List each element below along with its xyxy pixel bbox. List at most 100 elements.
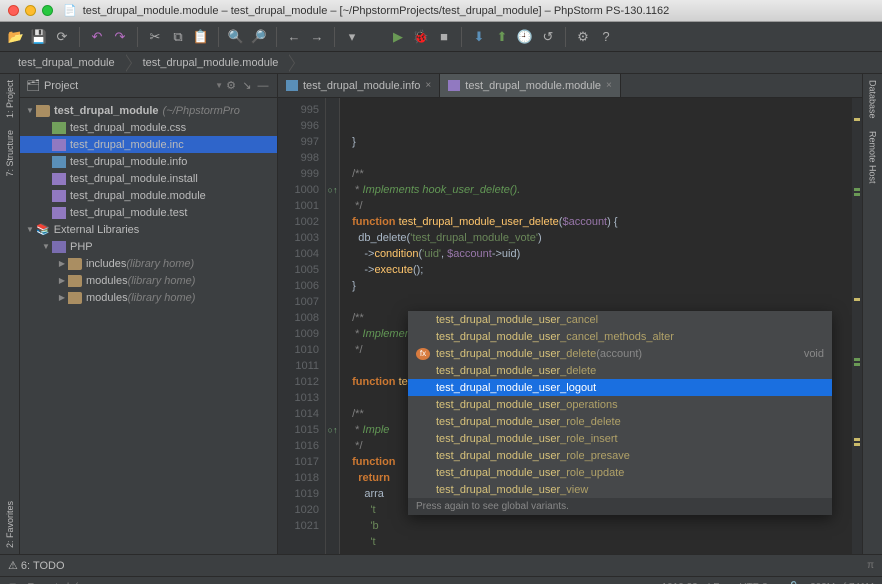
close-icon[interactable] xyxy=(8,5,19,16)
completion-item[interactable]: test_drupal_module_user_delete xyxy=(408,362,832,379)
dir-name: includes xyxy=(86,258,126,270)
code-editor[interactable]: 995 996 997 998 999 1000 1001 1002 1003 … xyxy=(278,98,862,554)
completion-item[interactable]: test_drupal_module_user_logout xyxy=(408,379,832,396)
tree-file[interactable]: test_drupal_module.install xyxy=(20,170,277,187)
tree-file[interactable]: test_drupal_module.test xyxy=(20,204,277,221)
bottom-tool-strip: ⚠ 6: TODO π xyxy=(0,554,882,576)
gutter-marks[interactable]: ○↑ ○↑ xyxy=(326,98,340,554)
tree-file[interactable]: test_drupal_module.info xyxy=(20,153,277,170)
completion-item[interactable]: test_drupal_module_user_view xyxy=(408,481,832,498)
save-icon[interactable]: 💾 xyxy=(29,27,49,47)
tab-database[interactable]: Database xyxy=(868,74,878,125)
completion-item[interactable]: test_drupal_module_user_operations xyxy=(408,396,832,413)
breadcrumbs: test_drupal_module test_drupal_module.mo… xyxy=(0,52,882,74)
dir-hint: (library home) xyxy=(128,292,196,304)
project-tree[interactable]: ▼ test_drupal_module (~/PhpstormPro test… xyxy=(20,98,277,310)
tree-file[interactable]: test_drupal_module.css xyxy=(20,119,277,136)
zoom-icon[interactable] xyxy=(42,5,53,16)
editor-tab[interactable]: test_drupal_module.info× xyxy=(278,74,440,97)
app-window: 📄 test_drupal_module.module – test_drupa… xyxy=(0,0,882,584)
collapse-icon[interactable]: ↘ xyxy=(239,79,255,92)
completion-item[interactable]: test_drupal_module_user_cancel_methods_a… xyxy=(408,328,832,345)
expand-icon[interactable]: ▼ xyxy=(24,225,36,234)
cut-icon[interactable]: ✂ xyxy=(145,27,165,47)
tab-project[interactable]: 1: Project xyxy=(5,74,15,124)
todo-button[interactable]: ⚠ 6: TODO xyxy=(8,559,65,572)
vcs-history-icon[interactable]: 🕘 xyxy=(515,27,535,47)
breadcrumb-label: test_drupal_module xyxy=(18,57,115,69)
project-view-icon[interactable]: 🗂 xyxy=(26,79,40,92)
undo-icon[interactable]: ↶ xyxy=(87,27,107,47)
php-label: PHP xyxy=(70,241,93,253)
tab-label: test_drupal_module.module xyxy=(465,80,601,92)
code-lines[interactable]: } /** * Implements hook_user_delete(). *… xyxy=(340,98,852,554)
root-name: test_drupal_module xyxy=(54,105,159,117)
run-icon[interactable]: ▶ xyxy=(388,27,408,47)
paste-icon[interactable]: 📋 xyxy=(191,27,211,47)
editor-area: test_drupal_module.info×test_drupal_modu… xyxy=(278,74,862,554)
back-icon[interactable]: ← xyxy=(284,27,304,47)
tree-file[interactable]: test_drupal_module.module xyxy=(20,187,277,204)
completion-item[interactable]: test_drupal_module_user_role_delete xyxy=(408,413,832,430)
open-icon[interactable]: 📂 xyxy=(6,27,26,47)
expand-icon[interactable]: ▼ xyxy=(24,106,36,115)
expand-icon[interactable]: ▶ xyxy=(56,259,68,268)
tree-root[interactable]: ▼ test_drupal_module (~/PhpstormPro xyxy=(20,102,277,119)
tree-lib-dir[interactable]: ▶modules (library home) xyxy=(20,289,277,306)
breadcrumb-project[interactable]: test_drupal_module xyxy=(0,52,125,73)
tree-lib-dir[interactable]: ▶ includes (library home) xyxy=(20,255,277,272)
window-title: test_drupal_module.module – test_drupal_… xyxy=(83,5,670,17)
tree-file[interactable]: test_drupal_module.inc xyxy=(20,136,277,153)
css-file-icon xyxy=(52,122,66,134)
redo-icon[interactable]: ↷ xyxy=(110,27,130,47)
debug-icon[interactable]: 🐞 xyxy=(411,27,431,47)
completion-popup[interactable]: test_drupal_module_user_canceltest_drupa… xyxy=(408,311,832,515)
expand-icon[interactable]: ▼ xyxy=(40,242,52,251)
completion-item[interactable]: fxtest_drupal_module_user_delete(account… xyxy=(408,345,832,362)
close-tab-icon[interactable]: × xyxy=(606,80,612,91)
forward-icon[interactable]: → xyxy=(307,27,327,47)
tab-remote-host[interactable]: Remote Host xyxy=(868,125,878,190)
php-file-icon xyxy=(52,173,66,185)
error-stripe[interactable] xyxy=(852,98,862,554)
tab-structure[interactable]: 7: Structure xyxy=(5,124,15,183)
expand-icon[interactable]: ▶ xyxy=(56,276,68,285)
tree-external[interactable]: ▼ 📚 External Libraries xyxy=(20,221,277,238)
popup-footer: Press again to see global variants. xyxy=(408,498,832,515)
breadcrumb-label: test_drupal_module.module xyxy=(143,57,279,69)
stop-icon[interactable]: ■ xyxy=(434,27,454,47)
close-tab-icon[interactable]: × xyxy=(425,80,431,91)
titlebar[interactable]: 📄 test_drupal_module.module – test_drupa… xyxy=(0,0,882,22)
file-name: test_drupal_module.module xyxy=(70,190,206,202)
project-header: 🗂 Project ▼ ⚙ ↘ — xyxy=(20,74,277,98)
line-gutter[interactable]: 995 996 997 998 999 1000 1001 1002 1003 … xyxy=(278,98,326,554)
expand-icon[interactable]: ▶ xyxy=(56,293,68,302)
completion-item[interactable]: test_drupal_module_user_role_presave xyxy=(408,447,832,464)
replace-icon[interactable]: 🔎 xyxy=(249,27,269,47)
minimize-icon[interactable] xyxy=(25,5,36,16)
window-controls xyxy=(8,5,53,16)
find-icon[interactable]: 🔍 xyxy=(226,27,246,47)
completion-item[interactable]: test_drupal_module_user_role_update xyxy=(408,464,832,481)
completion-item[interactable]: test_drupal_module_user_role_insert xyxy=(408,430,832,447)
refresh-icon[interactable]: ⟳ xyxy=(52,27,72,47)
run-config-icon[interactable]: ▾ xyxy=(342,27,362,47)
vcs-commit-icon[interactable]: ⬆ xyxy=(492,27,512,47)
tree-lib-dir[interactable]: ▶modules (library home) xyxy=(20,272,277,289)
settings-icon[interactable]: ⚙ xyxy=(573,27,593,47)
tree-php[interactable]: ▼ PHP xyxy=(20,238,277,255)
dir-hint: (library home) xyxy=(126,258,194,270)
copy-icon[interactable]: ⧉ xyxy=(168,27,188,47)
gear-icon[interactable]: ⚙ xyxy=(223,79,239,92)
pi-icon[interactable]: π xyxy=(867,560,874,571)
vcs-update-icon[interactable]: ⬇ xyxy=(469,27,489,47)
completion-item[interactable]: test_drupal_module_user_cancel xyxy=(408,311,832,328)
file-name: test_drupal_module.install xyxy=(70,173,198,185)
hide-icon[interactable]: — xyxy=(255,80,271,92)
vcs-revert-icon[interactable]: ↺ xyxy=(538,27,558,47)
breadcrumb-file[interactable]: test_drupal_module.module xyxy=(125,52,289,73)
chevron-down-icon[interactable]: ▼ xyxy=(215,81,223,90)
help-icon[interactable]: ? xyxy=(596,27,616,47)
tab-favorites[interactable]: 2: Favorites xyxy=(5,495,15,554)
editor-tab[interactable]: test_drupal_module.module × xyxy=(440,74,621,97)
